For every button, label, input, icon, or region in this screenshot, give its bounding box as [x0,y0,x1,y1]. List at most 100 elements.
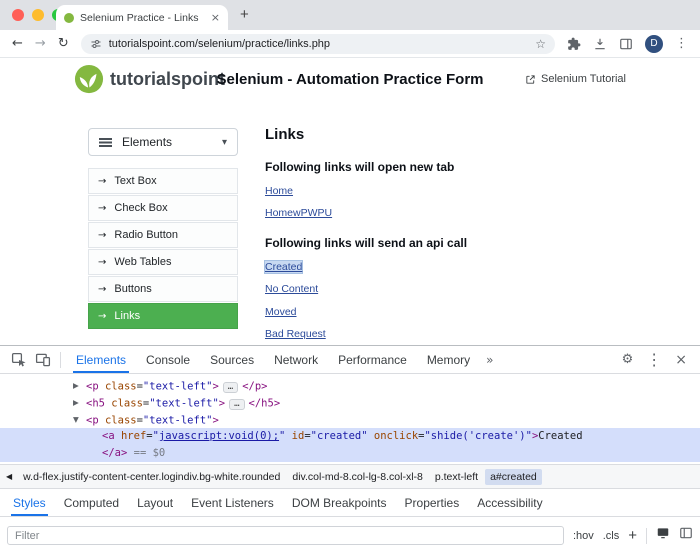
expand-icon[interactable]: ▶ [73,394,86,411]
page-link-bad-request[interactable]: Bad Request [265,328,326,340]
dom-node[interactable]: </a> == $0 [0,445,700,462]
device-toolbar-icon[interactable] [31,352,55,368]
dom-token-val: "shide('create')" [424,430,531,442]
page-link-no-content[interactable]: No Content [265,283,318,295]
devtools-tab-elements[interactable]: Elements [66,346,136,373]
expand-inline-button[interactable]: … [229,399,244,410]
expand-inline-button[interactable]: … [223,382,238,393]
dom-token-val: "created" [311,430,368,442]
tab-strip: Selenium Practice - Links × + [0,0,700,30]
breadcrumb-w-d-flex-justify-content-cente[interactable]: w.d-flex.justify-content-center.logindiv… [18,469,285,485]
breadcrumb-scroll-left-icon[interactable]: ◀ [3,472,15,481]
devtools-close-icon[interactable]: × [675,352,687,368]
browser-tab[interactable]: Selenium Practice - Links × [56,5,228,30]
page-link-moved[interactable]: Moved [265,306,297,318]
sidebar-item-links[interactable]: →Links [88,303,238,329]
breadcrumb-a-created[interactable]: a#created [485,469,542,485]
dom-tree: ▶<p class="text-left">…</p>▶<h5 class="t… [0,374,700,464]
dom-node[interactable]: ▼<p class="text-left"> [0,411,700,428]
dom-token-attr: class [99,381,137,393]
dom-token-val: "text-left" [149,398,219,410]
devtools-tab-console[interactable]: Console [136,346,200,373]
styles-tab-event-listeners[interactable]: Event Listeners [182,489,283,516]
dom-token-text: Created [538,430,582,442]
forward-button[interactable]: → [35,37,46,50]
menu-icon [99,137,112,147]
breadcrumb-div-col-md-8-col-lg-8-col-xl-8[interactable]: div.col-md-8.col-lg-8.col-xl-8 [287,469,428,485]
new-style-rule-button[interactable]: + [628,528,637,543]
sidebar-item-text-box[interactable]: →Text Box [88,168,238,194]
dom-node[interactable]: ▶<p class="text-left">…</p> [0,377,700,394]
reload-button[interactable]: ↻ [58,37,69,50]
dom-token-tag: </p> [242,381,267,393]
selenium-tutorial-link[interactable]: Selenium Tutorial [525,73,626,85]
pseudo-state-toggle[interactable]: :hov [573,530,594,542]
styles-pane-tabs: StylesComputedLayoutEvent ListenersDOM B… [0,488,700,516]
element-class-toggle[interactable]: .cls [603,530,620,542]
styles-tab-computed[interactable]: Computed [55,489,128,516]
close-window-button[interactable] [12,9,24,21]
dom-token-attr: onclick [368,430,419,442]
address-bar[interactable]: tutorialspoint.com/selenium/practice/lin… [81,34,555,54]
dropdown-label: Elements [122,135,172,149]
inspect-element-icon[interactable] [7,352,31,368]
devtools-tab-memory[interactable]: Memory [417,346,480,373]
devtools-menu-icon[interactable]: ⋮ [646,350,662,369]
chevron-down-icon: ▾ [222,137,227,148]
styles-tab-properties[interactable]: Properties [396,489,469,516]
filter-bar-divider [646,528,647,544]
page-link-home[interactable]: Home [265,185,293,197]
more-tabs-icon[interactable]: » [480,353,499,367]
dom-token-attr: class [105,398,143,410]
external-link-icon [525,74,536,85]
sidebar-item-check-box[interactable]: → Check Box [88,195,238,221]
dom-token-tag: > [219,398,225,410]
styles-tab-styles[interactable]: Styles [4,489,55,516]
breadcrumb-p-text-left[interactable]: p.text-left [430,469,483,485]
rendering-icon[interactable] [656,526,670,545]
downloads-icon[interactable] [593,37,607,51]
elements-dropdown[interactable]: Elements ▾ [88,128,238,156]
page-link-created[interactable]: Created [265,261,302,273]
dom-token-val: "text-left" [143,415,213,427]
expand-icon[interactable]: ▶ [73,377,86,394]
collapse-icon[interactable]: ▼ [73,411,86,428]
devtools-panel: ElementsConsoleSourcesNetworkPerformance… [0,345,700,554]
sidebar-item-buttons[interactable]: → Buttons [88,276,238,302]
devtools-tab-sources[interactable]: Sources [200,346,264,373]
back-button[interactable]: ← [12,37,23,50]
filter-input[interactable] [7,526,564,545]
browser-menu-icon[interactable]: ⋮ [675,36,688,51]
minimize-window-button[interactable] [32,9,44,21]
dom-token-tag: </a> [102,447,127,459]
styles-tab-dom-breakpoints[interactable]: DOM Breakpoints [283,489,396,516]
side-panel-icon[interactable] [619,37,633,51]
links-heading: Links [265,126,467,143]
browser-toolbar: ← → ↻ tutorialspoint.com/selenium/practi… [0,30,700,58]
devtools-toolbar: ElementsConsoleSourcesNetworkPerformance… [0,346,700,374]
profile-avatar[interactable]: D [645,35,663,53]
dom-token-tag: > [212,381,218,393]
tab-close-icon[interactable]: × [211,11,220,24]
sidebar-item-label: Text Box [114,175,156,187]
dom-node[interactable]: <a href="javascript:void(0);" id="create… [0,428,700,445]
sidebar-item-label: Buttons [114,283,151,295]
devtools-tab-network[interactable]: Network [264,346,328,373]
arrow-right-icon: → [98,284,106,295]
sidebar-panel-toggle-icon[interactable] [679,526,693,545]
sidebar-item-web-tables[interactable]: →Web Tables [88,249,238,275]
dom-token-tag: </h5> [249,398,281,410]
arrow-right-icon: → [98,203,106,214]
settings-gear-icon[interactable]: ⚙ [622,352,634,367]
bookmark-star-icon[interactable]: ☆ [535,37,546,51]
site-info-icon[interactable] [90,38,102,50]
styles-tab-layout[interactable]: Layout [128,489,182,516]
sidebar-item-radio-button[interactable]: →Radio Button [88,222,238,248]
styles-tab-accessibility[interactable]: Accessibility [468,489,551,516]
page-link-homewpwpu[interactable]: HomewPWPU [265,207,332,219]
new-tab-button[interactable]: + [240,6,249,23]
devtools-tab-performance[interactable]: Performance [328,346,417,373]
sidebar-item-label: Check Box [114,202,167,214]
extensions-icon[interactable] [567,37,581,51]
dom-node[interactable]: ▶<h5 class="text-left">…</h5> [0,394,700,411]
